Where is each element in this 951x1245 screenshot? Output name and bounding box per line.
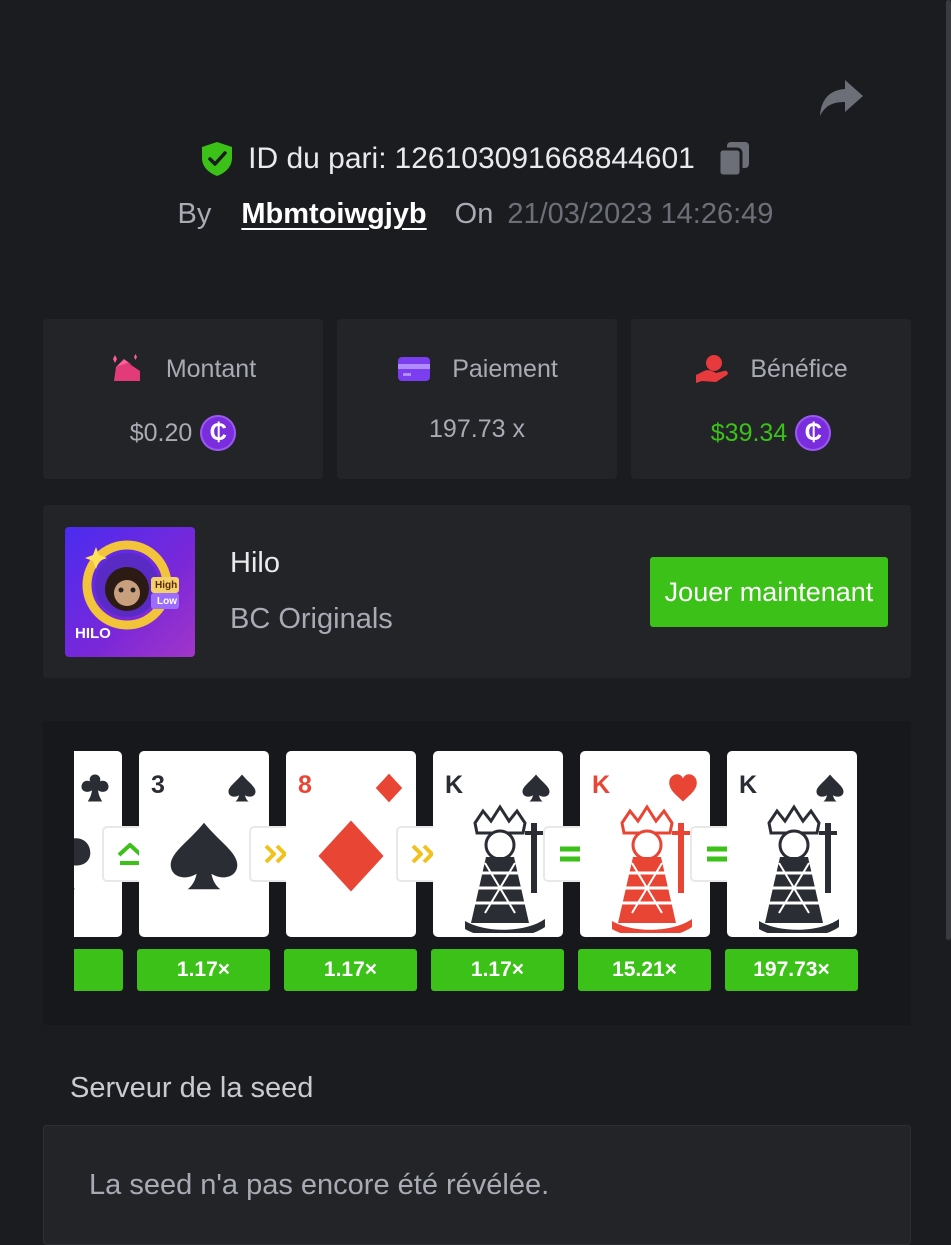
multiplier-badge: 15.21×	[578, 949, 711, 991]
spade-large-suit-icon	[170, 822, 238, 890]
multiplier-badge: 1.17×	[431, 949, 564, 991]
stat-profit: Bénéfice $39.34 ₵	[631, 319, 911, 479]
share-icon[interactable]	[818, 78, 864, 118]
bet-id-value: 126103091668844601	[394, 142, 695, 175]
card-rank: 8	[298, 771, 312, 799]
playing-card: 3	[139, 751, 269, 937]
thumb-high-label: High	[155, 580, 178, 591]
copy-icon[interactable]	[717, 140, 751, 178]
stat-profit-value: $39.34	[710, 418, 788, 447]
on-label: On	[454, 198, 494, 230]
stat-profit-label: Bénéfice	[750, 354, 848, 383]
king-figure-icon	[592, 803, 702, 937]
playing-card: K	[580, 751, 710, 937]
seed-message: La seed n'a pas encore été révélée.	[89, 1169, 550, 1201]
stat-amount-label: Montant	[165, 354, 257, 383]
bet-amount-icon	[112, 354, 140, 381]
game-name[interactable]: Hilo	[230, 547, 280, 580]
bet-stats: Montant $0.20 ₵ Paiement 197.73 x Bénéfi…	[43, 319, 911, 479]
spade-suit-icon	[522, 774, 550, 802]
stat-payout-value: 197.73 x	[429, 415, 525, 443]
game-thumbnail[interactable]: High Low HILO	[65, 527, 195, 657]
bet-meta-row: By Mbmtoiwgjyb On 21/03/2023 14:26:49	[0, 198, 951, 231]
thumb-title: HILO	[75, 625, 111, 642]
verified-shield-icon	[202, 142, 233, 176]
seed-section-title: Serveur de la seed	[70, 1072, 314, 1104]
playing-card: 8	[286, 751, 416, 937]
spade-suit-icon	[816, 774, 844, 802]
hilo-round-history: 9× 3 1.17× 8 1.17× K 1.17× K 15.21× K	[43, 721, 911, 1025]
stat-payout-label: Paiement	[452, 354, 558, 383]
diamond-large-suit-icon	[318, 820, 384, 892]
multiplier-badge: 1.17×	[137, 949, 270, 991]
username-link[interactable]: Mbmtoiwgjyb	[241, 198, 426, 231]
card-rank: K	[592, 771, 611, 799]
stat-amount-value: $0.20	[129, 418, 193, 447]
coin-icon: ₵	[200, 415, 237, 451]
playing-card: K	[727, 751, 857, 937]
king-figure-icon	[739, 803, 849, 937]
card-rank: 3	[151, 771, 165, 799]
thumb-low-label: Low	[157, 596, 177, 607]
king-figure-icon	[445, 803, 555, 937]
coin-icon: ₵	[795, 415, 832, 451]
card-rank: K	[445, 771, 464, 799]
playing-card: K	[433, 751, 563, 937]
multiplier-badge: 1.17×	[284, 949, 417, 991]
multiplier-badge: 9×	[74, 949, 123, 991]
multiplier-badge: 197.73×	[725, 949, 858, 991]
by-label: By	[177, 198, 212, 230]
bet-id-label: ID du pari:	[248, 142, 387, 175]
stat-payout: Paiement 197.73 x	[337, 319, 617, 479]
club-suit-icon	[81, 774, 109, 802]
spade-suit-icon	[228, 774, 256, 802]
cards-strip[interactable]: 9× 3 1.17× 8 1.17× K 1.17× K 15.21× K	[74, 721, 879, 1025]
bet-id-row: ID du pari: 126103091668844601	[0, 140, 951, 178]
club-large-suit-icon	[74, 838, 91, 890]
payout-card-icon	[398, 357, 431, 381]
diamond-suit-icon	[375, 773, 403, 803]
play-now-button[interactable]: Jouer maintenant	[650, 557, 888, 627]
profit-hand-icon	[696, 355, 729, 383]
heart-suit-icon	[669, 774, 697, 802]
game-card: High Low HILO Hilo BC Originals Jouer ma…	[43, 505, 911, 678]
bet-datetime: 21/03/2023 14:26:49	[507, 198, 774, 230]
stat-amount: Montant $0.20 ₵	[43, 319, 323, 479]
card-rank: K	[739, 771, 758, 799]
game-provider: BC Originals	[230, 603, 393, 635]
seed-box: La seed n'a pas encore été révélée.	[43, 1125, 911, 1245]
